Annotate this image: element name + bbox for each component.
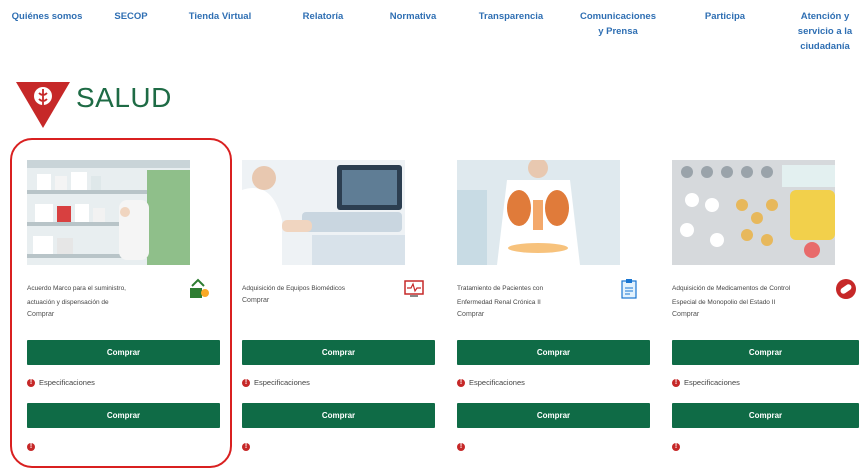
- buy-button[interactable]: Comprar: [27, 340, 220, 365]
- card-description-2: Enfermedad Renal Crónica II: [457, 299, 541, 306]
- section-title: SALUD: [76, 82, 172, 113]
- card-buy-text: Comprar: [242, 297, 270, 304]
- buy-button[interactable]: Comprar: [672, 340, 859, 365]
- info-icon[interactable]: !: [672, 443, 680, 451]
- specifications-link[interactable]: ! Especificaciones: [27, 378, 95, 387]
- card-medicamentos-suministro: Acuerdo Marco para el suministro, actuac…: [14, 160, 229, 460]
- info-icon: !: [672, 378, 680, 387]
- nav-comunicaciones[interactable]: Comunicaciones y Prensa: [566, 9, 670, 39]
- buy-button-secondary[interactable]: Comprar: [457, 403, 650, 428]
- card-equipos-biomedicos: Adquisición de Equipos Biomédicos Compra…: [229, 160, 444, 460]
- card-enfermedad-renal: Tratamiento de Pacientes con Enfermedad …: [444, 160, 659, 460]
- buy-button-secondary[interactable]: Comprar: [672, 403, 859, 428]
- nav-atencion[interactable]: Atención y servicio a la ciudadanía: [790, 9, 859, 54]
- monitor-icon: [404, 280, 424, 297]
- nav-normativa[interactable]: Normativa: [378, 9, 448, 24]
- pharmacy-icon: [190, 278, 209, 298]
- card-medicamentos-control: Adquisición de Medicamentos de Control E…: [659, 160, 859, 460]
- nav-secop[interactable]: SECOP: [106, 9, 156, 24]
- card-description-2: Especial de Monopolio del Estado II: [672, 299, 776, 306]
- buy-button[interactable]: Comprar: [457, 340, 650, 365]
- info-icon[interactable]: !: [457, 443, 465, 451]
- nav-transparencia[interactable]: Transparencia: [468, 9, 554, 24]
- buy-button-secondary[interactable]: Comprar: [242, 403, 435, 428]
- specifications-link[interactable]: ! Especificaciones: [457, 378, 525, 387]
- pills-icon: [836, 279, 856, 299]
- info-icon[interactable]: !: [242, 443, 250, 451]
- card-image-pharmacy[interactable]: [27, 160, 190, 265]
- health-shield-icon: [16, 82, 70, 128]
- nav-tienda-virtual[interactable]: Tienda Virtual: [180, 9, 260, 24]
- info-icon: !: [27, 378, 35, 387]
- info-icon: !: [457, 378, 465, 387]
- card-buy-text: Comprar: [672, 311, 700, 318]
- card-description: Adquisición de Medicamentos de Control: [672, 285, 791, 292]
- info-icon[interactable]: !: [27, 443, 35, 451]
- buy-button[interactable]: Comprar: [242, 340, 435, 365]
- nav-relatoria[interactable]: Relatoría: [288, 9, 358, 24]
- nav-participa[interactable]: Participa: [690, 9, 760, 24]
- card-description-2: actuación y dispensación de: [27, 299, 109, 306]
- card-buy-text: Comprar: [457, 311, 485, 318]
- top-navigation: Quiénes somos SECOP Tienda Virtual Relat…: [0, 0, 859, 64]
- info-icon: !: [242, 378, 250, 387]
- specifications-link[interactable]: ! Especificaciones: [242, 378, 310, 387]
- card-image-pills[interactable]: [672, 160, 835, 265]
- card-description: Acuerdo Marco para el suministro,: [27, 285, 126, 292]
- card-description: Tratamiento de Pacientes con: [457, 285, 544, 292]
- card-image-ultrasound[interactable]: [242, 160, 405, 265]
- nav-quienes-somos[interactable]: Quiénes somos: [8, 9, 86, 24]
- card-buy-text: Comprar: [27, 311, 55, 318]
- clipboard-icon: [621, 279, 637, 299]
- specifications-link[interactable]: ! Especificaciones: [672, 378, 740, 387]
- card-image-kidney[interactable]: [457, 160, 620, 265]
- buy-button-secondary[interactable]: Comprar: [27, 403, 220, 428]
- card-description: Adquisición de Equipos Biomédicos: [242, 285, 345, 292]
